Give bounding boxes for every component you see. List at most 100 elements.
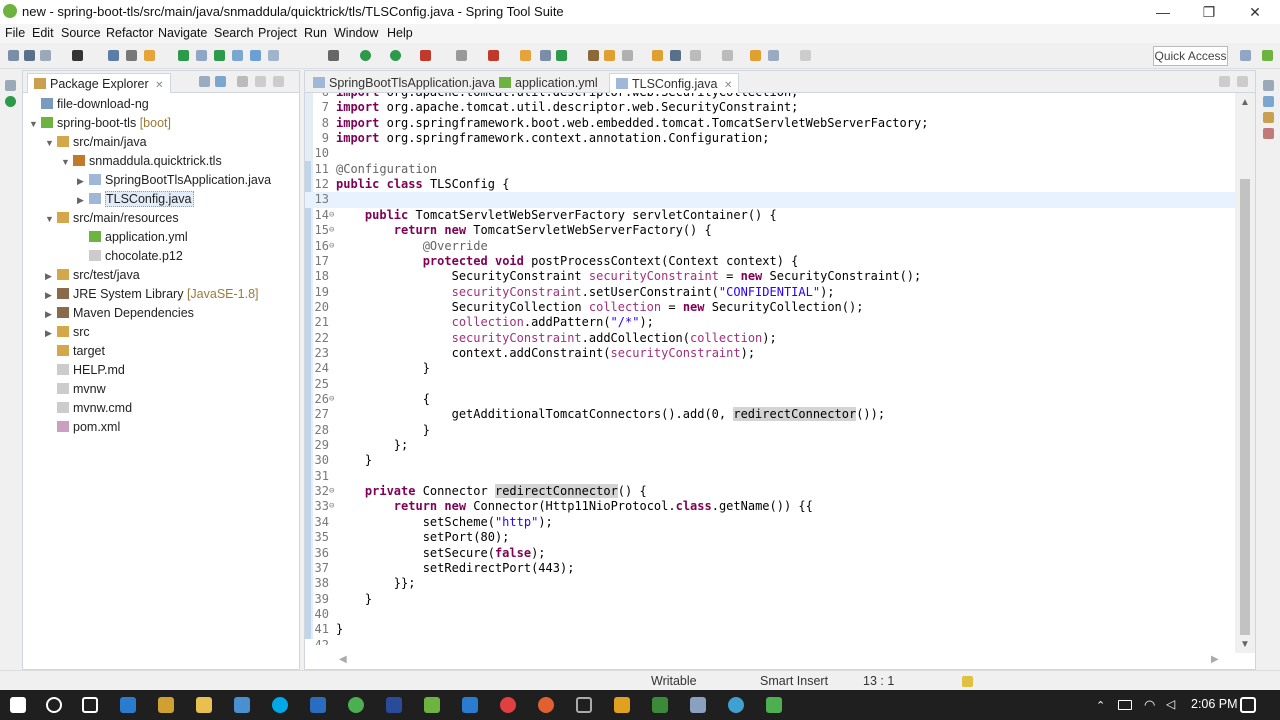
tools-icon[interactable] <box>614 697 630 713</box>
fold-icon[interactable]: ⊖ <box>329 223 334 238</box>
code-line[interactable]: 27 getAdditionalTomcatConnectors().add(0… <box>305 407 1235 422</box>
external-tools-icon[interactable] <box>456 50 467 61</box>
fold-icon[interactable]: ⊖ <box>329 208 334 223</box>
code-line[interactable]: 37 setRedirectPort(443); <box>305 561 1235 576</box>
tree-item[interactable]: ▼ src/main/java <box>45 133 147 151</box>
web-browser-icon[interactable] <box>670 50 681 61</box>
open-task-icon[interactable] <box>652 50 663 61</box>
tree-item[interactable]: ▼ src/main/resources <box>45 209 179 227</box>
close-icon[interactable]: ✕ <box>155 80 163 91</box>
code-line[interactable]: 7 import org.apache.tomcat.util.descripto… <box>305 100 1235 115</box>
quick-access-field[interactable]: Quick Access <box>1153 46 1228 66</box>
code-line[interactable]: 41} <box>305 622 1235 637</box>
coverage-icon[interactable] <box>420 50 431 61</box>
scroll-left-icon[interactable]: ◀ <box>339 654 347 665</box>
code-line[interactable]: 38 }}; <box>305 576 1235 591</box>
minimize-view-icon[interactable] <box>255 76 266 87</box>
edge-icon[interactable] <box>120 697 136 713</box>
menu-navigate[interactable]: Navigate <box>158 26 207 40</box>
search-icon[interactable] <box>604 50 615 61</box>
cmd-icon[interactable] <box>652 697 668 713</box>
code-line[interactable]: 28 } <box>305 423 1235 438</box>
horizontal-scrollbar[interactable]: ◀ ▶ <box>335 653 1225 669</box>
spring-icon[interactable] <box>178 50 189 61</box>
code-line[interactable]: 6 import org.apache.tomcat.util.descripto… <box>305 93 1235 100</box>
close-button[interactable]: ✕ <box>1232 0 1278 24</box>
menu-help[interactable]: Help <box>387 26 413 40</box>
code-line[interactable]: 33 ⊖ return new Connector(Http11NioProtoc… <box>305 499 1235 514</box>
code-line[interactable]: 32 ⊖ private Connector redirectConnector(… <box>305 484 1235 499</box>
tree-item[interactable]: ▶ src/test/java <box>45 266 140 284</box>
fold-icon[interactable]: ⊖ <box>329 499 334 514</box>
menu-file[interactable]: File <box>5 26 25 40</box>
tree-item[interactable]: ▶ JRE System Library [JavaSE-1.8] <box>45 285 259 303</box>
scroll-down-icon[interactable]: ▼ <box>1240 639 1250 650</box>
chevron-down-icon[interactable]: ▼ <box>61 153 73 171</box>
boot-dashboard-icon[interactable] <box>144 50 155 61</box>
maximize-editor-icon[interactable] <box>1237 76 1248 87</box>
tree-item[interactable]: target <box>45 342 105 360</box>
code-line[interactable]: 11 @Configuration <box>305 162 1235 177</box>
new-java-class-icon[interactable] <box>520 50 531 61</box>
code-line[interactable]: 30 } <box>305 453 1235 468</box>
clock[interactable]: 2:06 PM <box>1191 697 1238 711</box>
store-icon[interactable] <box>234 697 250 713</box>
chevron-down-icon[interactable]: ▼ <box>29 115 41 133</box>
spring-perspective-icon[interactable] <box>1262 50 1273 61</box>
code-line[interactable]: 39 } <box>305 592 1235 607</box>
problems-icon[interactable] <box>1263 128 1274 139</box>
code-line[interactable]: 25 <box>305 377 1235 392</box>
scroll-right-icon[interactable]: ▶ <box>1211 654 1219 665</box>
vscode-icon[interactable] <box>462 697 478 713</box>
tree-item[interactable]: ▼ snmaddula.quicktrick.tls <box>61 152 222 170</box>
skype-icon[interactable] <box>272 697 288 713</box>
code-line[interactable]: 34 setScheme("http"); <box>305 515 1235 530</box>
debug-icon[interactable] <box>360 50 371 61</box>
tree-item[interactable]: chocolate.p12 <box>77 247 183 265</box>
menu-source[interactable]: Source <box>61 26 101 40</box>
scroll-up-icon[interactable]: ▲ <box>1240 97 1250 108</box>
refresh-icon[interactable] <box>214 50 225 61</box>
code-line[interactable]: 18 SecurityConstraint securityConstraint… <box>305 269 1235 284</box>
menu-run[interactable]: Run <box>304 26 327 40</box>
restore-icon[interactable] <box>5 80 16 91</box>
tree-item[interactable]: ▼ spring-boot-tls [boot] <box>29 114 171 132</box>
settings-icon[interactable] <box>328 50 339 61</box>
task-view-icon[interactable] <box>82 697 98 713</box>
menu-edit[interactable]: Edit <box>32 26 54 40</box>
code-line[interactable]: 12 public class TLSConfig { <box>305 177 1235 192</box>
tree-item[interactable]: mvnw <box>45 380 106 398</box>
chevron-right-icon[interactable]: ▶ <box>77 172 89 190</box>
code-line[interactable]: 13 <box>305 192 1235 208</box>
toggle-mark-icon[interactable] <box>196 50 207 61</box>
recorder-icon[interactable] <box>500 697 516 713</box>
link-icon[interactable] <box>232 50 243 61</box>
new-icon[interactable] <box>8 50 19 61</box>
tab-application-yml[interactable]: application.yml <box>493 73 604 93</box>
menu-project[interactable]: Project <box>258 26 297 40</box>
code-line[interactable]: 36 setSecure(false); <box>305 546 1235 561</box>
tab-tlsconfig[interactable]: TLSConfig.java ✕ <box>609 73 740 93</box>
fold-icon[interactable]: ⊖ <box>329 239 334 254</box>
stop-icon[interactable] <box>488 50 499 61</box>
skip-breakpoints-icon[interactable] <box>126 50 137 61</box>
cortana-icon[interactable] <box>46 697 62 713</box>
code-line[interactable]: 16 ⊖ @Override <box>305 239 1235 254</box>
back-icon[interactable] <box>768 50 779 61</box>
boot-dashboard-icon[interactable] <box>5 96 16 107</box>
fold-icon[interactable]: ⊖ <box>329 484 334 499</box>
run-icon[interactable] <box>390 50 401 61</box>
progress-icon[interactable] <box>962 676 973 687</box>
tree-item[interactable]: mvnw.cmd <box>45 399 132 417</box>
outline-icon[interactable] <box>1263 96 1274 107</box>
wifi-icon[interactable]: ◠ <box>1144 697 1160 713</box>
chevron-right-icon[interactable]: ▶ <box>45 286 57 304</box>
tab-package-explorer[interactable]: Package Explorer ✕ <box>27 73 171 93</box>
terminal-icon[interactable] <box>108 50 119 61</box>
next-annotation-icon[interactable] <box>690 50 701 61</box>
chevron-up-icon[interactable]: ⌃ <box>1096 699 1108 712</box>
task-list-icon[interactable] <box>1263 112 1274 123</box>
code-line[interactable]: 29 }; <box>305 438 1235 453</box>
app-icon[interactable] <box>538 697 554 713</box>
file-explorer-icon[interactable] <box>196 697 212 713</box>
